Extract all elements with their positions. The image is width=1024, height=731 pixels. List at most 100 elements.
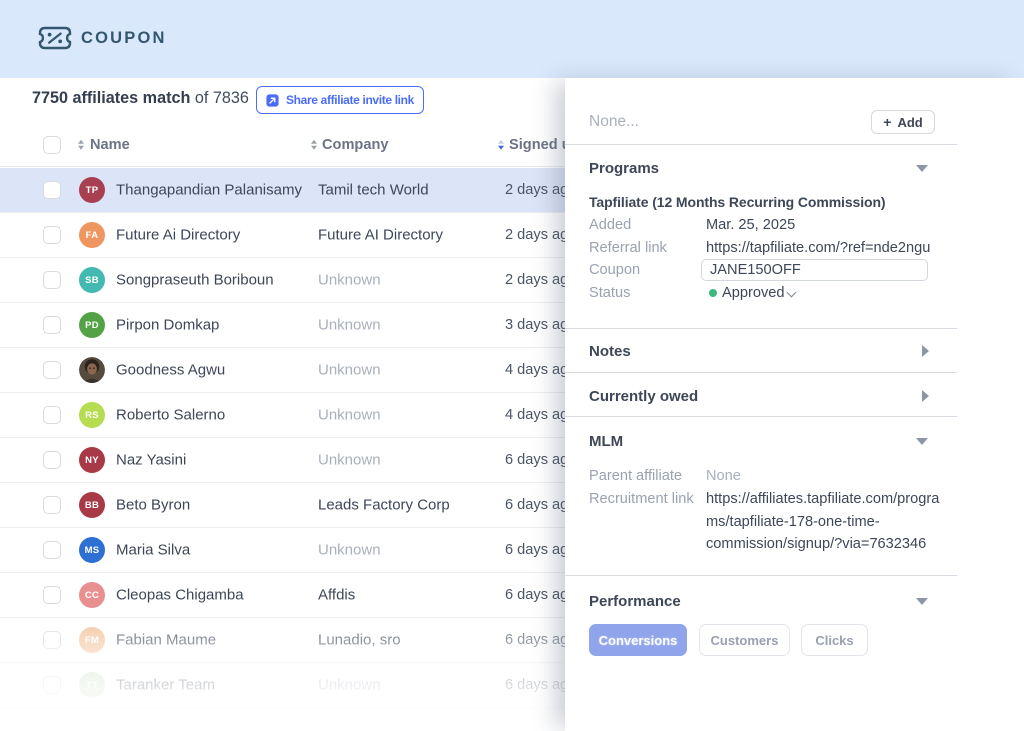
avatar: CC xyxy=(79,582,105,608)
row-checkbox[interactable] xyxy=(43,496,61,514)
parent-affiliate-label: Parent affiliate xyxy=(589,468,682,484)
affiliate-name: Naz Yasini xyxy=(116,452,186,469)
affiliate-name: Beto Byron xyxy=(116,497,190,514)
sort-icon-company[interactable] xyxy=(311,139,317,150)
affiliate-company: Unknown xyxy=(318,317,381,334)
currently-owed-expand-chevron-icon[interactable] xyxy=(922,390,929,402)
avatar: FA xyxy=(79,222,105,248)
affiliate-name: Fabian Maume xyxy=(116,632,216,649)
row-checkbox[interactable] xyxy=(43,541,61,559)
affiliate-name: Songpraseuth Boriboun xyxy=(116,272,274,289)
customers-tab-button[interactable]: Customers xyxy=(699,624,790,656)
separator xyxy=(565,416,957,417)
notes-expand-chevron-icon[interactable] xyxy=(922,345,929,357)
added-value: Mar. 25, 2025 xyxy=(706,217,795,233)
affiliate-company: Unknown xyxy=(318,407,381,424)
avatar: NY xyxy=(79,447,105,473)
program-name: Tapfiliate (12 Months Recurring Commissi… xyxy=(589,194,885,210)
row-checkbox[interactable] xyxy=(43,451,61,469)
affiliate-name: Thangapandian Palanisamy xyxy=(116,182,302,199)
avatar: TT xyxy=(79,672,105,698)
affiliate-company: Leads Factory Corp xyxy=(318,497,450,514)
row-checkbox[interactable] xyxy=(43,316,61,334)
match-count-heading: 7750 affiliates match of 7836 xyxy=(32,89,249,108)
affiliate-company: Unknown xyxy=(318,452,381,469)
affiliate-company: Unknown xyxy=(318,677,381,694)
mlm-collapse-chevron-icon[interactable] xyxy=(916,438,928,445)
affiliate-company: Future AI Directory xyxy=(318,227,443,244)
affiliate-company: Unknown xyxy=(318,272,381,289)
share-button-label: Share affiliate invite link xyxy=(286,93,414,107)
share-invite-link-button[interactable]: Share affiliate invite link xyxy=(256,86,424,114)
coupon-label: Coupon xyxy=(589,262,640,278)
performance-section-title: Performance xyxy=(589,593,681,610)
status-label: Status xyxy=(589,285,630,301)
app-window: COUPON 7750 affiliates match of 7836 Sha… xyxy=(0,0,1024,731)
affiliate-name: Future Ai Directory xyxy=(116,227,240,244)
affiliate-name: Pirpon Domkap xyxy=(116,317,219,334)
tags-empty-value: None... xyxy=(589,113,639,131)
affiliate-name: Maria Silva xyxy=(116,542,190,559)
conversions-tab-button[interactable]: Conversions xyxy=(589,624,687,656)
status-dropdown-chevron-icon[interactable] xyxy=(787,288,797,298)
currently-owed-section-title: Currently owed xyxy=(589,388,698,405)
brand-logo[interactable]: COUPON xyxy=(38,26,167,50)
sort-icon-signed-up[interactable] xyxy=(498,139,504,150)
affiliate-name: Cleopas Chigamba xyxy=(116,587,244,604)
referral-link-value[interactable]: https://tapfiliate.com/?ref=nde2ngu xyxy=(706,240,930,256)
match-count-bold: 7750 affiliates match xyxy=(32,89,190,107)
avatar: SB xyxy=(79,267,105,293)
affiliate-company: Unknown xyxy=(318,542,381,559)
match-count-total: of 7836 xyxy=(190,89,249,107)
row-checkbox[interactable] xyxy=(43,676,61,694)
row-checkbox[interactable] xyxy=(43,361,61,379)
recruitment-link-label: Recruitment link xyxy=(589,491,694,507)
select-all-checkbox[interactable] xyxy=(43,136,61,154)
avatar: BB xyxy=(79,492,105,518)
status-value[interactable]: Approved xyxy=(722,285,784,301)
recruitment-link-value[interactable]: https://affiliates.tapfiliate.com/progra… xyxy=(706,488,941,556)
column-header-company[interactable]: Company xyxy=(322,137,389,153)
parent-affiliate-value: None xyxy=(706,468,741,484)
affiliate-company: Affdis xyxy=(318,587,355,604)
separator xyxy=(565,575,957,576)
row-checkbox[interactable] xyxy=(43,271,61,289)
coupon-input[interactable] xyxy=(701,259,928,281)
clicks-tab-button[interactable]: Clicks xyxy=(801,624,868,656)
affiliate-company: Lunadio, sro xyxy=(318,632,401,649)
affiliate-company: Unknown xyxy=(318,362,381,379)
avatar: RS xyxy=(79,402,105,428)
top-header-band: COUPON xyxy=(0,0,1024,78)
avatar: TP xyxy=(79,177,105,203)
column-header-name[interactable]: Name xyxy=(90,137,130,153)
affiliate-name: Goodness Agwu xyxy=(116,362,225,379)
separator xyxy=(565,144,957,145)
brand-name: COUPON xyxy=(81,29,167,48)
mlm-section-title: MLM xyxy=(589,433,623,450)
avatar: FM xyxy=(79,627,105,653)
added-label: Added xyxy=(589,217,631,233)
row-checkbox[interactable] xyxy=(43,226,61,244)
programs-section-title: Programs xyxy=(589,160,659,177)
avatar: MS xyxy=(79,537,105,563)
sort-icon-name[interactable] xyxy=(78,139,84,150)
coupon-ticket-icon xyxy=(38,26,72,50)
plus-icon: + xyxy=(883,115,891,129)
separator xyxy=(565,372,957,373)
row-checkbox[interactable] xyxy=(43,406,61,424)
performance-collapse-chevron-icon[interactable] xyxy=(916,598,928,605)
row-checkbox[interactable] xyxy=(43,586,61,604)
avatar: PD xyxy=(79,312,105,338)
share-icon xyxy=(266,94,279,107)
add-button[interactable]: + Add xyxy=(871,110,935,134)
affiliate-detail-panel: None... + Add Programs Tapfiliate (12 Mo… xyxy=(565,78,1024,731)
row-checkbox[interactable] xyxy=(43,181,61,199)
affiliate-company: Tamil tech World xyxy=(318,182,429,199)
add-button-label: Add xyxy=(897,115,922,130)
status-approved-dot-icon xyxy=(709,289,717,297)
notes-section-title: Notes xyxy=(589,343,631,360)
affiliate-name: Taranker Team xyxy=(116,677,215,694)
avatar-photo xyxy=(79,357,105,383)
programs-collapse-chevron-icon[interactable] xyxy=(916,165,928,172)
row-checkbox[interactable] xyxy=(43,631,61,649)
